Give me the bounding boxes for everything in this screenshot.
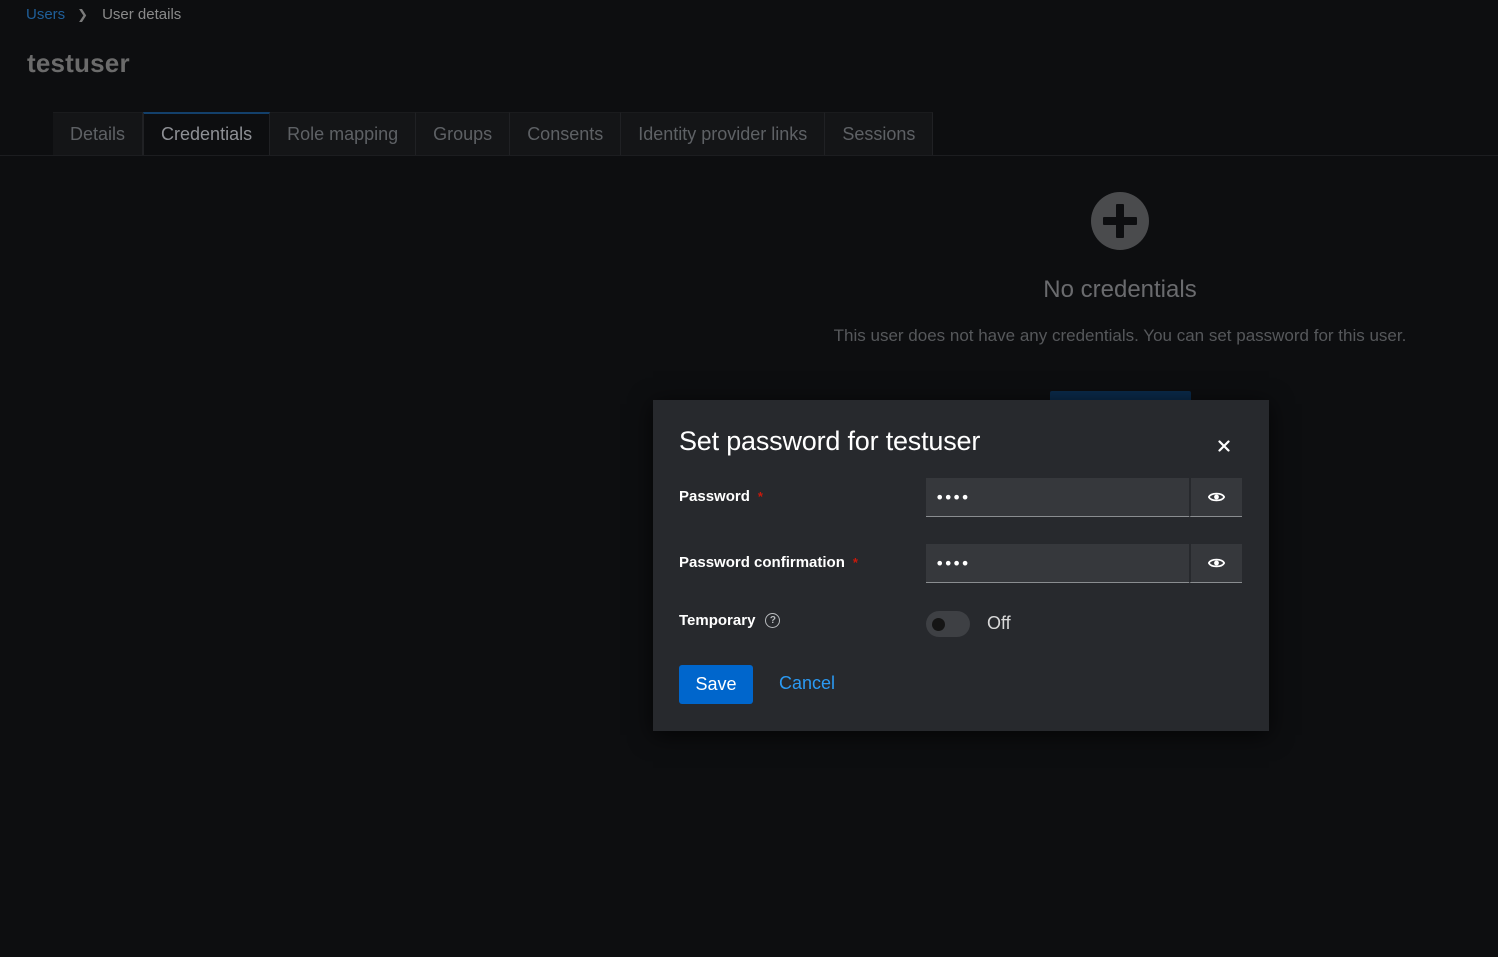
password-confirmation-label: Password confirmation * xyxy=(679,554,858,571)
set-password-modal: Set password for testuser Password * Pas… xyxy=(653,400,1269,731)
help-icon[interactable]: ? xyxy=(765,613,781,628)
modal-title: Set password for testuser xyxy=(679,426,981,456)
required-marker: * xyxy=(757,489,763,504)
close-button[interactable] xyxy=(1211,435,1237,457)
password-confirmation-row: Password confirmation * xyxy=(679,554,858,571)
password-confirmation-field xyxy=(926,544,1243,583)
tab-sessions[interactable]: Sessions xyxy=(825,112,934,155)
tabs-divider xyxy=(0,155,1498,156)
chevron-right-icon: ❯ xyxy=(77,6,89,22)
page-title: testuser xyxy=(27,48,130,78)
tab-bar: Details Credentials Role mapping Groups … xyxy=(53,112,934,155)
show-password-button[interactable] xyxy=(1189,478,1242,517)
tab-details[interactable]: Details xyxy=(53,112,144,155)
password-confirmation-label-text: Password confirmation xyxy=(679,554,845,571)
password-input[interactable] xyxy=(926,478,1189,517)
cancel-button[interactable]: Cancel xyxy=(779,673,835,694)
empty-state-title: No credentials xyxy=(1043,276,1197,303)
toggle-knob xyxy=(932,618,945,631)
empty-state-body: This user does not have any credentials.… xyxy=(833,326,1407,345)
plus-circle-icon xyxy=(1091,192,1149,250)
breadcrumb-users-link[interactable]: Users xyxy=(26,6,65,23)
password-confirmation-input[interactable] xyxy=(926,544,1189,583)
temporary-toggle[interactable] xyxy=(926,611,970,637)
temporary-row: Temporary ? xyxy=(679,612,781,629)
temporary-state-label: Off xyxy=(987,613,1011,633)
tab-consents[interactable]: Consents xyxy=(510,112,622,155)
password-row: Password * xyxy=(679,488,763,505)
temporary-label: Temporary ? xyxy=(679,612,781,629)
tab-role-mapping[interactable]: Role mapping xyxy=(270,112,417,155)
empty-state: No credentials This user does not have a… xyxy=(820,190,1420,346)
close-icon xyxy=(1218,440,1230,452)
eye-icon xyxy=(1208,558,1225,568)
password-field xyxy=(926,478,1243,517)
password-label-text: Password xyxy=(679,488,750,505)
show-password-confirmation-button[interactable] xyxy=(1189,544,1242,583)
tab-credentials[interactable]: Credentials xyxy=(143,112,271,155)
temporary-label-text: Temporary xyxy=(679,612,756,629)
tab-groups[interactable]: Groups xyxy=(416,112,511,155)
breadcrumb-current: User details xyxy=(102,6,182,23)
tab-identity-provider-links[interactable]: Identity provider links xyxy=(621,112,826,155)
eye-icon xyxy=(1208,492,1225,502)
required-marker: * xyxy=(852,555,858,570)
breadcrumb: Users ❯ User details xyxy=(26,6,181,23)
password-label: Password * xyxy=(679,488,763,505)
save-button[interactable]: Save xyxy=(679,665,753,704)
